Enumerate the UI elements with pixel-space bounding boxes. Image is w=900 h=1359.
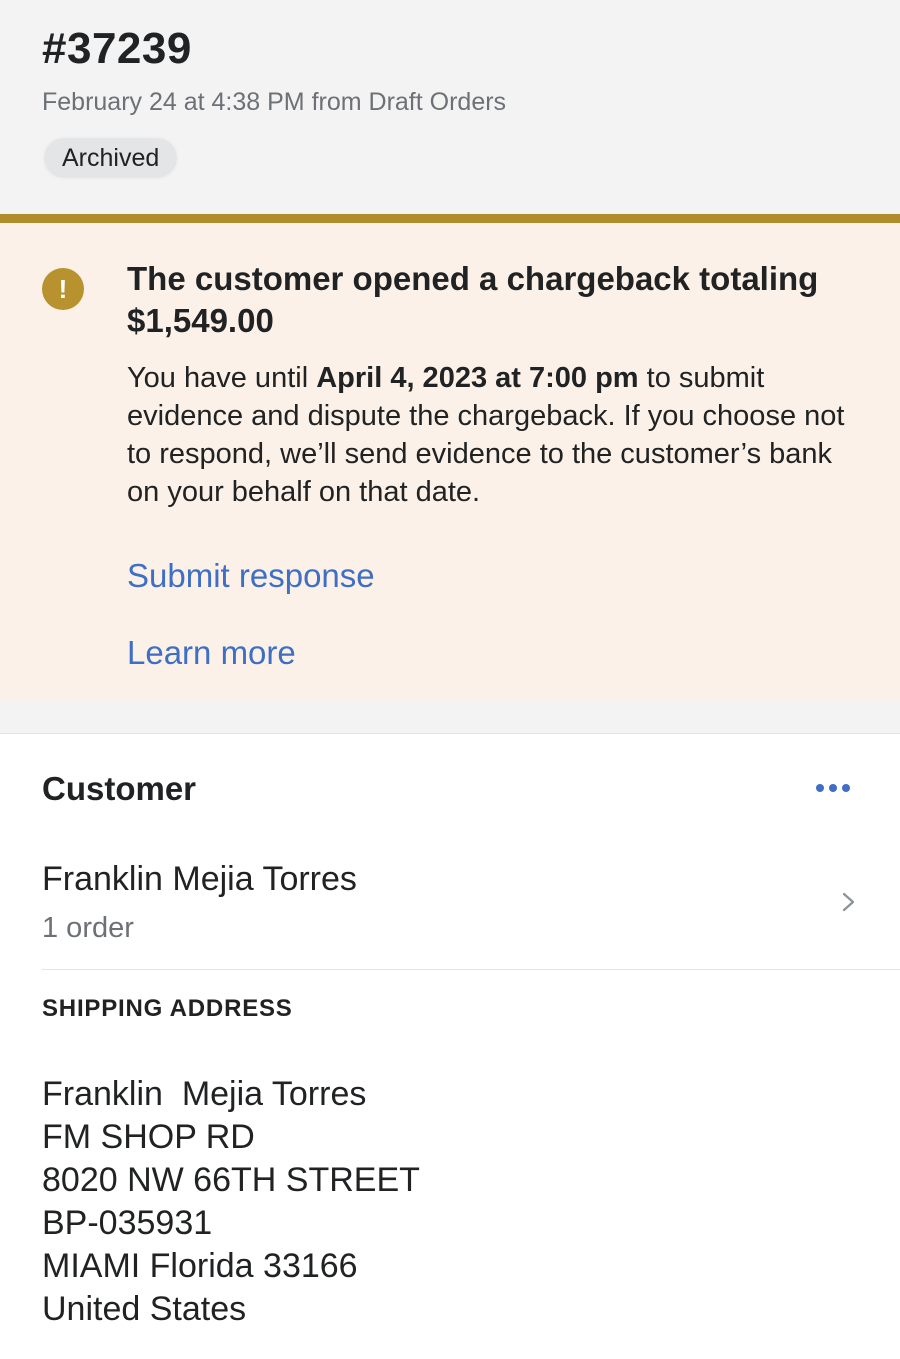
order-header: #37239 February 24 at 4:38 PM from Draft… xyxy=(0,0,900,214)
shipping-address-label: SHIPPING ADDRESS xyxy=(42,995,293,1022)
more-options-icon[interactable] xyxy=(816,780,858,796)
banner-body: You have until April 4, 2023 at 7:00 pm … xyxy=(127,359,867,511)
chevron-right-icon xyxy=(842,892,855,912)
banner-title: The customer opened a chargeback totalin… xyxy=(127,260,819,339)
submit-response-link[interactable]: Submit response xyxy=(127,557,375,595)
address-line: United States xyxy=(42,1290,247,1328)
order-number: #37239 xyxy=(42,24,192,73)
learn-more-link[interactable]: Learn more xyxy=(127,634,296,672)
banner-deadline: April 4, 2023 at 7:00 pm xyxy=(316,362,639,394)
customer-order-count: 1 order xyxy=(42,912,134,944)
banner-body-prefix: You have until xyxy=(127,362,317,394)
chargeback-banner: ! The customer opened a chargeback total… xyxy=(0,214,900,700)
address-line: BP-035931 xyxy=(42,1204,213,1242)
customer-card-title: Customer xyxy=(42,770,197,807)
address-line: Franklin Mejia Torres xyxy=(42,1075,367,1113)
status-badge: Archived xyxy=(42,136,180,180)
address-line: FM SHOP RD xyxy=(42,1118,255,1156)
order-meta: February 24 at 4:38 PM from Draft Orders xyxy=(42,88,507,116)
address-line: 8020 NW 66TH STREET xyxy=(42,1161,420,1199)
customer-name: Franklin Mejia Torres xyxy=(42,860,357,898)
address-line: MIAMI Florida 33166 xyxy=(42,1247,358,1285)
section-divider xyxy=(0,700,900,734)
customer-row[interactable]: Franklin Mejia Torres 1 order xyxy=(42,850,900,970)
exclamation-icon: ! xyxy=(42,268,84,310)
shipping-address: Franklin Mejia Torres FM SHOP RD 8020 NW… xyxy=(42,1073,420,1331)
